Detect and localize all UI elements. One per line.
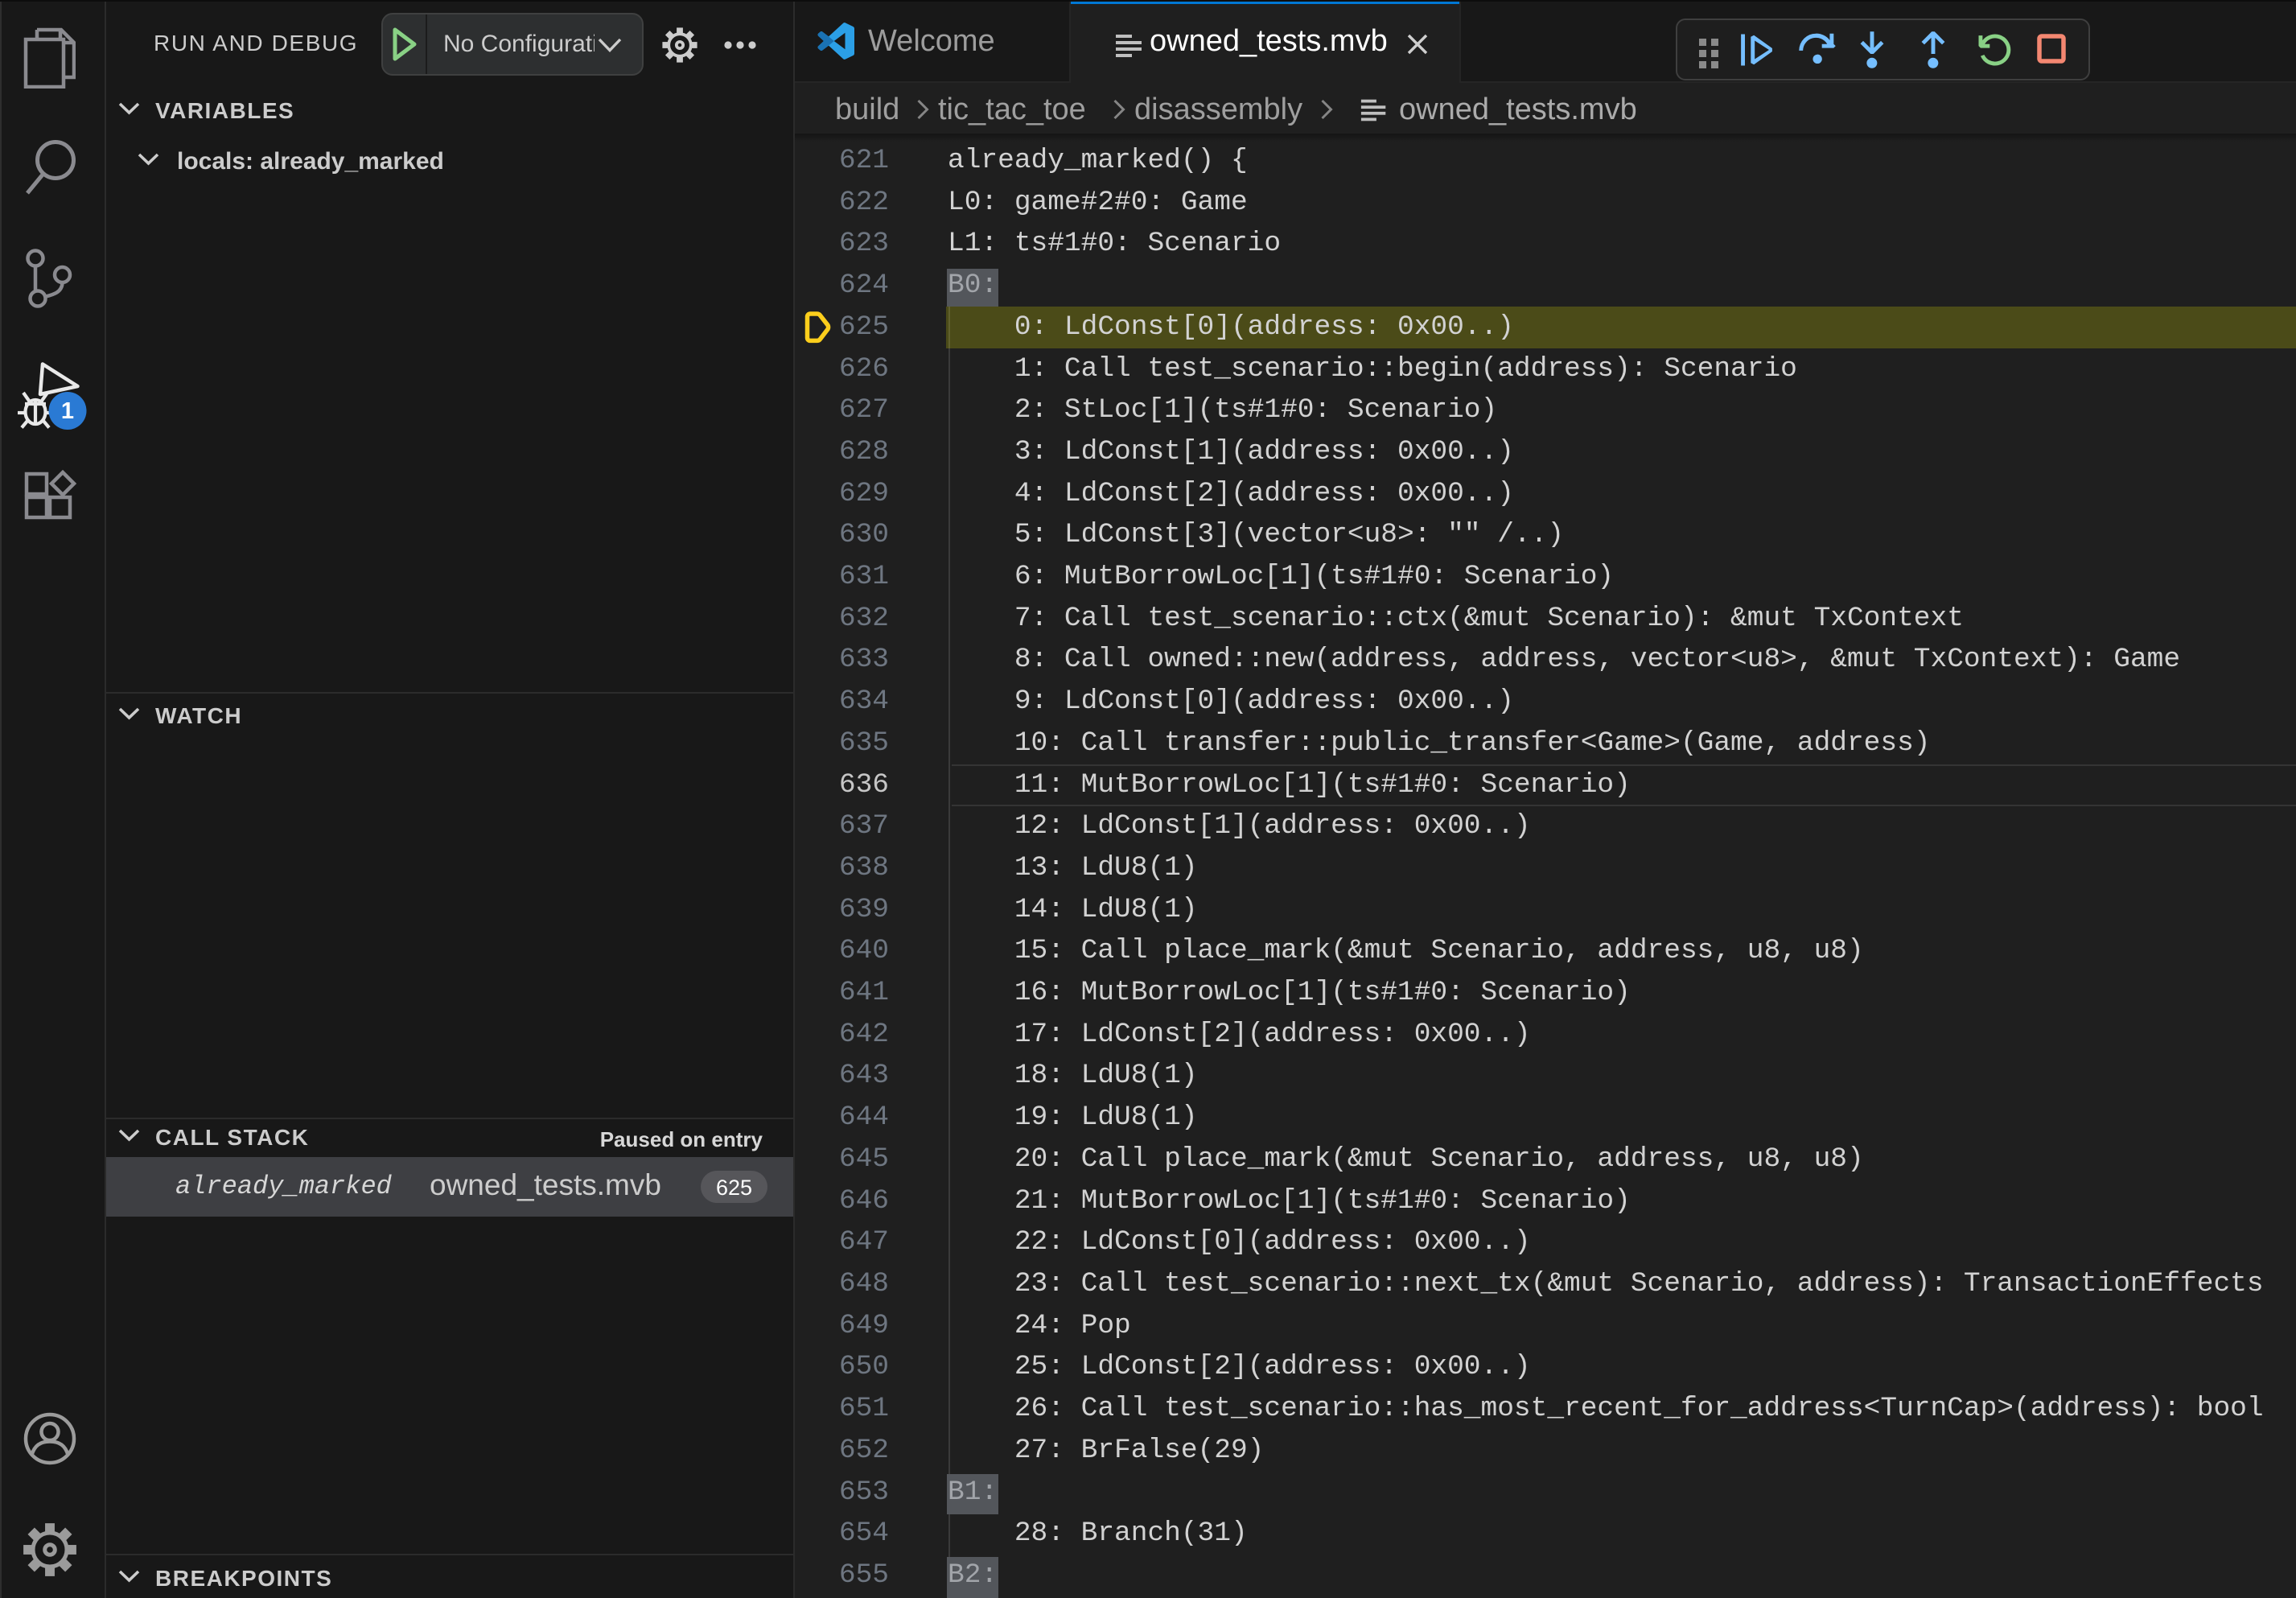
svg-text:1: 1 [61,398,74,424]
